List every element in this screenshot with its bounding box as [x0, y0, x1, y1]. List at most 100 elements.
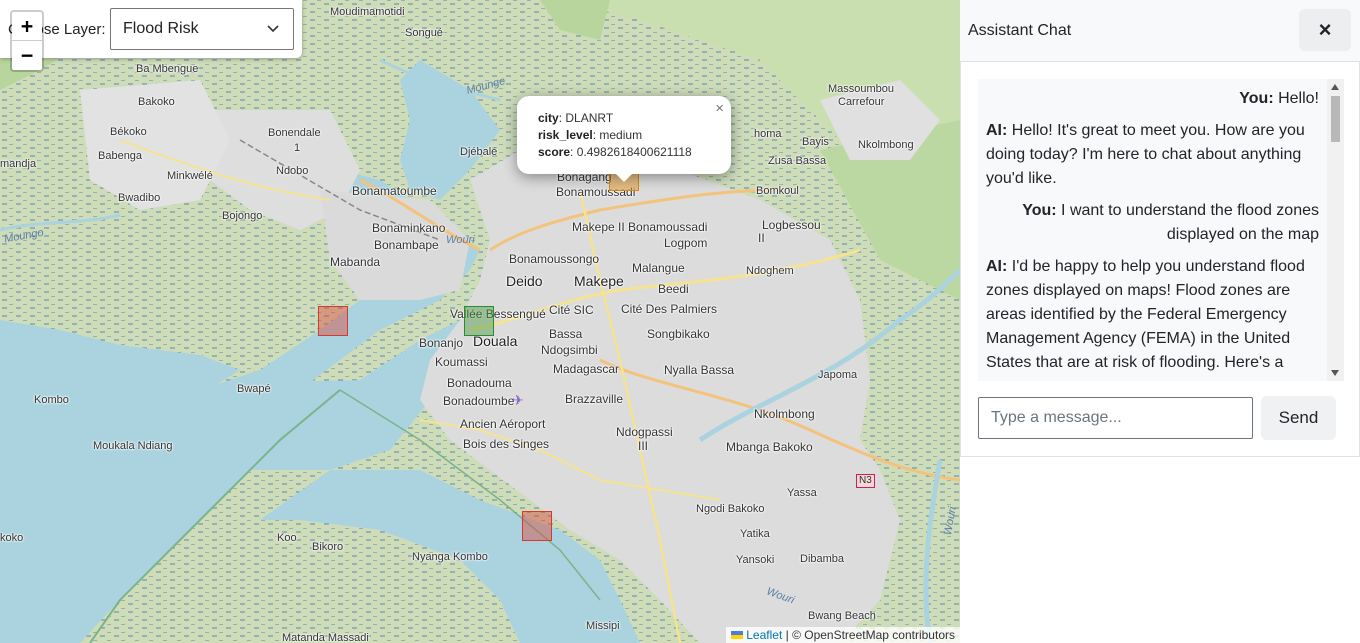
popup-score-row: score: 0.4982618400621118 [538, 145, 692, 159]
place-label: Ndobo [276, 165, 309, 177]
place-label: Nkolmbong [754, 407, 815, 421]
message-input[interactable]: Type a message... [978, 397, 1253, 439]
place-label: II [758, 231, 765, 245]
place-label: Moukala Ndiang [93, 440, 173, 452]
leaflet-link[interactable]: Leaflet [746, 628, 782, 642]
message-scrollbar[interactable] [1327, 79, 1344, 381]
popup-close-button[interactable]: × [715, 100, 724, 117]
place-label: Bonendale [268, 127, 321, 139]
scroll-up-icon[interactable] [1331, 84, 1339, 90]
message-list-inner: You: Hello! AI: Hello! It's great to meet… [986, 79, 1319, 375]
chat-title: Assistant Chat [968, 22, 1072, 39]
place-label: Bwadibo [118, 192, 161, 204]
place-label: Carrefour [838, 96, 885, 108]
place-label: Cité SIC [549, 303, 594, 317]
zoom-control: + − [10, 10, 44, 72]
place-label: Bassa [549, 327, 583, 341]
place-label: Deido [506, 273, 543, 289]
place-label: Nyanga Kombo [412, 551, 488, 563]
chat-panel: Assistant Chat × You: Hello! AI: Hello! I… [960, 0, 1360, 643]
feature-popup: × city: DLANRT risk_level: medium score:… [517, 96, 731, 174]
place-label: Bois des Singes [463, 437, 550, 451]
place-label: Ba Mbengue [136, 63, 199, 75]
scroll-down-icon[interactable] [1331, 370, 1339, 376]
place-label: Missipi [586, 620, 620, 632]
message-text: Hello! [1278, 90, 1319, 107]
place-label: Bonamatoumbe [352, 184, 437, 198]
place-label: Brazzaville [565, 392, 624, 406]
place-label: Mbanga Bakoko [726, 440, 813, 454]
place-label: Kombo [34, 394, 69, 406]
place-label: Douala [473, 333, 518, 349]
place-label: Yansoki [736, 554, 775, 566]
place-label: Ndogpassi [616, 425, 673, 439]
place-label: Yatika [740, 528, 770, 540]
place-label: Bayis [802, 136, 829, 148]
place-label: Malangue [632, 261, 685, 275]
place-label: Djébalé [460, 146, 498, 158]
place-label: Logpom [664, 236, 708, 250]
road-shield: N3 [856, 474, 875, 488]
place-label: Japoma [818, 369, 858, 381]
place-label: III [638, 439, 649, 453]
ai-message: AI: Hello! It's great to meet you. How a… [986, 119, 1319, 191]
message-author: AI: [986, 122, 1008, 139]
place-label: Ndoghem [746, 265, 794, 277]
place-label: Ndogsimbi [541, 343, 598, 357]
place-label: Beedi [658, 282, 689, 296]
flood-risk-cell-high[interactable] [522, 511, 552, 541]
popup-tip [614, 172, 634, 182]
message-author: AI: [986, 258, 1008, 275]
place-label: Ngodi Bakoko [696, 503, 765, 515]
send-button[interactable]: Send [1261, 396, 1336, 440]
place-label: Bwang Beach [808, 610, 876, 622]
layer-select-value: Flood Risk [123, 20, 199, 37]
place-label: Madagascar [553, 362, 620, 376]
popup-city-row: city: DLANRT [538, 111, 614, 125]
place-label: Yassa [787, 487, 817, 499]
map[interactable]: Moudimamotidi Songué Ba Mbengue Bakoko B… [0, 0, 960, 643]
message-text: I'd be happy to help you understand floo… [986, 258, 1305, 371]
zoom-out-button[interactable]: − [12, 41, 42, 70]
ai-message: AI: I'd be happy to help you understand … [986, 255, 1319, 375]
place-label: Makepe [574, 273, 624, 289]
close-chat-button[interactable]: × [1299, 9, 1351, 51]
place-label: Bonanjo [419, 336, 464, 350]
zoom-in-button[interactable]: + [12, 12, 42, 41]
chat-body: You: Hello! AI: Hello! It's great to meet… [960, 62, 1360, 457]
place-label: koko [0, 532, 24, 544]
close-icon: × [1318, 17, 1332, 42]
flood-risk-cell-high[interactable] [318, 306, 348, 336]
user-message: You: I want to understand the flood zone… [986, 199, 1319, 247]
message-text: Hello! It's great to meet you. How are y… [986, 122, 1305, 187]
place-label: Minkwélé [167, 170, 213, 182]
place-label: Bonadouma [447, 376, 512, 390]
place-label: Babenga [98, 150, 143, 162]
message-author: You: [1022, 202, 1057, 219]
attribution-text: | © OpenStreetMap contributors [782, 628, 955, 642]
place-label: Bomkoul [756, 185, 799, 197]
message-list[interactable]: You: Hello! AI: Hello! It's great to meet… [978, 79, 1344, 381]
place-label: Ancien Aéroport [460, 417, 546, 431]
ukraine-flag-icon [731, 631, 744, 639]
message-author: You: [1239, 90, 1274, 107]
place-label: Songué [405, 27, 443, 39]
scroll-thumb[interactable] [1331, 96, 1340, 142]
place-label: Koo [277, 532, 297, 544]
place-label: Cité Des Palmiers [621, 302, 718, 316]
place-label: Matanda Massadi [282, 632, 369, 643]
place-label: Moudimamotidi [330, 6, 405, 18]
airport-icon: ✈ [512, 392, 524, 408]
layer-select[interactable]: Flood Risk [110, 8, 294, 50]
place-label: Nkolmbong [858, 139, 914, 151]
place-label: Songbikako [647, 327, 710, 341]
flood-risk-cell-low[interactable] [464, 306, 494, 336]
place-label: Bojongo [222, 210, 263, 222]
message-text: I want to understand the flood zones dis… [1061, 202, 1319, 243]
place-label: Makepe II Bonamoussadi [572, 220, 708, 234]
place-label: Bonadoumbe [443, 394, 515, 408]
place-label: 1 [294, 142, 301, 154]
chevron-down-icon [267, 25, 279, 33]
place-label: Mabanda [330, 255, 381, 269]
place-label: Békoko [110, 126, 147, 138]
